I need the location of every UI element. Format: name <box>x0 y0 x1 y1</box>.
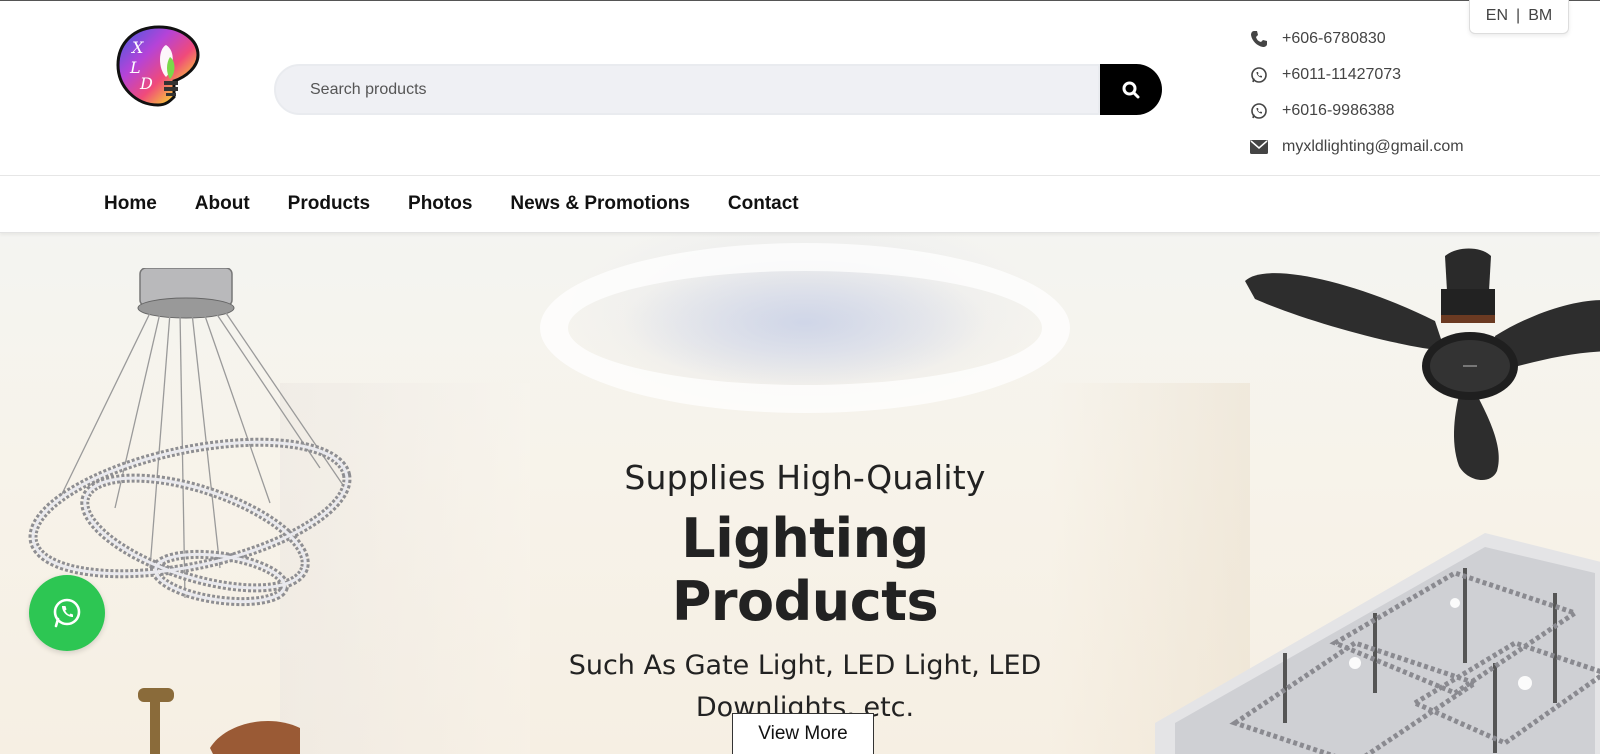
svg-text:L: L <box>129 58 141 77</box>
nav-news-promotions[interactable]: News & Promotions <box>510 193 689 215</box>
whatsapp-icon <box>53 598 81 628</box>
phone-icon <box>1250 30 1282 48</box>
site-logo[interactable]: X L D <box>114 21 204 111</box>
nav-contact[interactable]: Contact <box>728 193 799 215</box>
hero-subtitle: Supplies High-Quality <box>624 458 986 497</box>
contact-email-text: myxldlighting@gmail.com <box>1282 138 1464 155</box>
search-bar <box>274 64 1162 115</box>
lang-bm[interactable]: BM <box>1524 7 1556 25</box>
language-switcher: EN | BM <box>1469 0 1569 34</box>
lang-en[interactable]: EN <box>1482 7 1512 25</box>
chandelier-image <box>28 268 352 607</box>
ceiling-light-image <box>1155 533 1600 754</box>
whatsapp-icon <box>1250 66 1282 84</box>
contact-whatsapp-2-text: +6016-9986388 <box>1282 102 1395 119</box>
nav-home[interactable]: Home <box>104 193 157 215</box>
search-input[interactable] <box>274 64 1100 115</box>
search-button[interactable] <box>1100 64 1162 115</box>
whatsapp-icon <box>1250 102 1282 120</box>
nav-about[interactable]: About <box>195 193 250 215</box>
site-header: X L D +606-6780830 +6011-11427073 <box>0 0 1600 176</box>
search-icon <box>1122 81 1140 98</box>
ceiling-fan-image <box>1245 248 1600 481</box>
ceiling-fan-image <box>138 688 300 754</box>
hero-title: Lighting Products <box>671 507 939 633</box>
hero-background-ceiling <box>540 243 1070 413</box>
contact-phone-text: +606-6780830 <box>1282 30 1386 47</box>
main-nav: Home About Products Photos News & Promot… <box>0 176 1600 233</box>
svg-text:D: D <box>139 74 153 93</box>
whatsapp-chat-button[interactable] <box>29 575 105 651</box>
contact-whatsapp-1[interactable]: +6011-11427073 <box>1250 57 1464 93</box>
contact-email[interactable]: myxldlighting@gmail.com <box>1250 129 1464 165</box>
contact-phone[interactable]: +606-6780830 <box>1250 21 1464 57</box>
svg-text:X: X <box>130 38 144 57</box>
contact-whatsapp-1-text: +6011-11427073 <box>1282 66 1402 83</box>
view-more-button[interactable]: View More <box>732 713 874 754</box>
lang-separator: | <box>1516 7 1521 24</box>
envelope-icon <box>1250 140 1282 154</box>
hero-banner: Supplies High-Quality Lighting Products … <box>0 233 1600 754</box>
nav-photos[interactable]: Photos <box>408 193 472 215</box>
contact-whatsapp-2[interactable]: +6016-9986388 <box>1250 93 1464 129</box>
hero-text: Supplies High-Quality Lighting Products … <box>565 458 1045 729</box>
nav-products[interactable]: Products <box>288 193 370 215</box>
contact-info: +606-6780830 +6011-11427073 +6016-998638… <box>1250 21 1464 165</box>
